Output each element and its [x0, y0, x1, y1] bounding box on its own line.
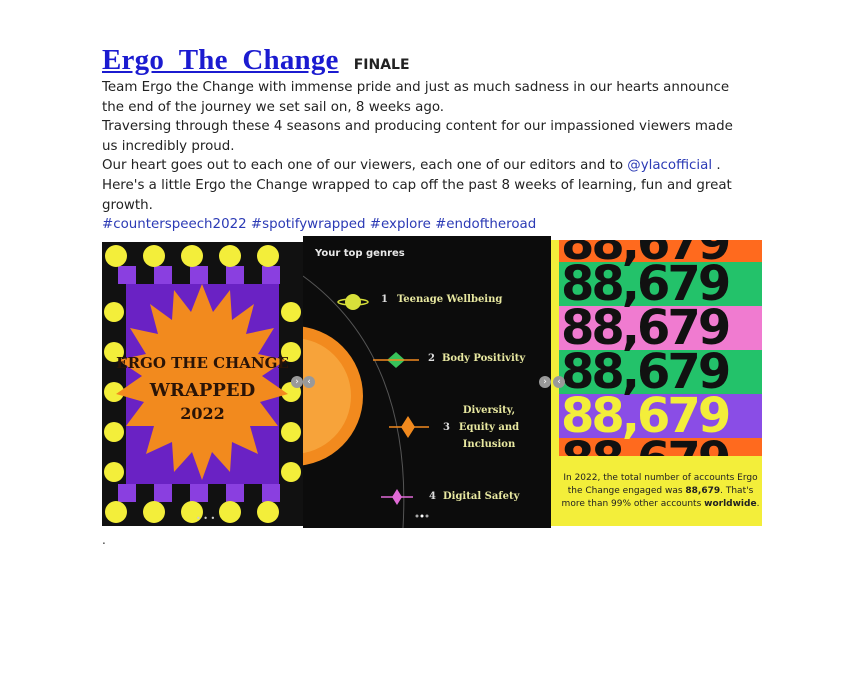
post-header: Ergo_The_Change FINALE — [102, 44, 410, 77]
paragraph-3-text: Our heart goes out to each one of our vi… — [102, 158, 628, 174]
trailing-dot: . — [102, 533, 106, 547]
image-carousel: ERGO THE CHANGE WRAPPED 2022 • • • Your … — [102, 236, 762, 528]
slide-accounts-engaged[interactable]: 88,679 88,679 88,679 88,679 88,679 88,67… — [551, 240, 762, 526]
genre-rank-1: 1 — [381, 294, 388, 305]
paragraph-1: Team Ergo the Change with immense pride … — [102, 80, 730, 115]
genre-rank-4: 4 — [429, 491, 436, 502]
genre-item-4: 4 Digital Safety — [429, 491, 519, 502]
carousel-dots-1: • • • — [196, 514, 216, 523]
carousel-prev-icon-2[interactable]: ‹ — [303, 376, 315, 388]
cover-line-1: ERGO THE CHANGE — [116, 354, 289, 372]
genre-rank-3: 3 — [443, 422, 450, 433]
genres-heading: Your top genres — [315, 248, 405, 259]
carousel-next-icon-2[interactable]: › — [539, 376, 551, 388]
cover-line-2: WRAPPED — [149, 380, 256, 401]
genre-item-1: 1 Teenage Wellbeing — [381, 294, 502, 305]
genre-name-3: Diversity, Equity and Inclusion — [458, 405, 520, 450]
caption-worldwide: worldwide — [704, 499, 757, 509]
genre-item-3: 3 Diversity, Equity and Inclusion — [443, 402, 523, 453]
number-bands: 88,679 88,679 88,679 88,679 88,679 88,67… — [559, 240, 762, 456]
mention-link[interactable]: @ylacofficial — [627, 158, 712, 173]
title-link[interactable]: Ergo_The_Change — [102, 44, 339, 76]
genre-name-1: Teenage Wellbeing — [396, 294, 503, 305]
carousel-prev-icon-3[interactable]: ‹ — [553, 376, 565, 388]
genre-name-2: Body Positivity — [441, 353, 526, 364]
post-body: Team Ergo the Change with immense pride … — [102, 78, 752, 235]
paragraph-4: Here's a little Ergo the Change wrapped … — [102, 177, 732, 213]
number-band-6: 88,679 — [559, 436, 762, 456]
accounts-caption: In 2022, the total number of accounts Er… — [559, 472, 762, 511]
caption-text-3: . — [756, 499, 760, 509]
finale-label: FINALE — [353, 57, 410, 73]
genre-name-4: Digital Safety — [442, 491, 520, 502]
paragraph-2: Traversing through these 4 seasons and p… — [102, 119, 733, 154]
slide-top-genres[interactable]: Your top genres 1 Teenage Wellbeing 2 Body… — [303, 236, 551, 528]
cover-line-3: 2022 — [180, 404, 225, 423]
carousel-next-icon-1[interactable]: › — [291, 376, 303, 388]
genre-item-2: 2 Body Positivity — [428, 353, 525, 364]
slide-wrapped-cover[interactable]: ERGO THE CHANGE WRAPPED 2022 • • • — [102, 242, 303, 526]
paragraph-3-end: . — [712, 158, 721, 174]
genres-art — [303, 275, 429, 528]
genre-rank-2: 2 — [428, 353, 435, 364]
paragraph-3: Our heart goes out to each one of our vi… — [102, 156, 752, 176]
caption-number: 88,679 — [685, 486, 721, 496]
hashtags[interactable]: #counterspeech2022 #spotifywrapped #expl… — [102, 215, 752, 235]
